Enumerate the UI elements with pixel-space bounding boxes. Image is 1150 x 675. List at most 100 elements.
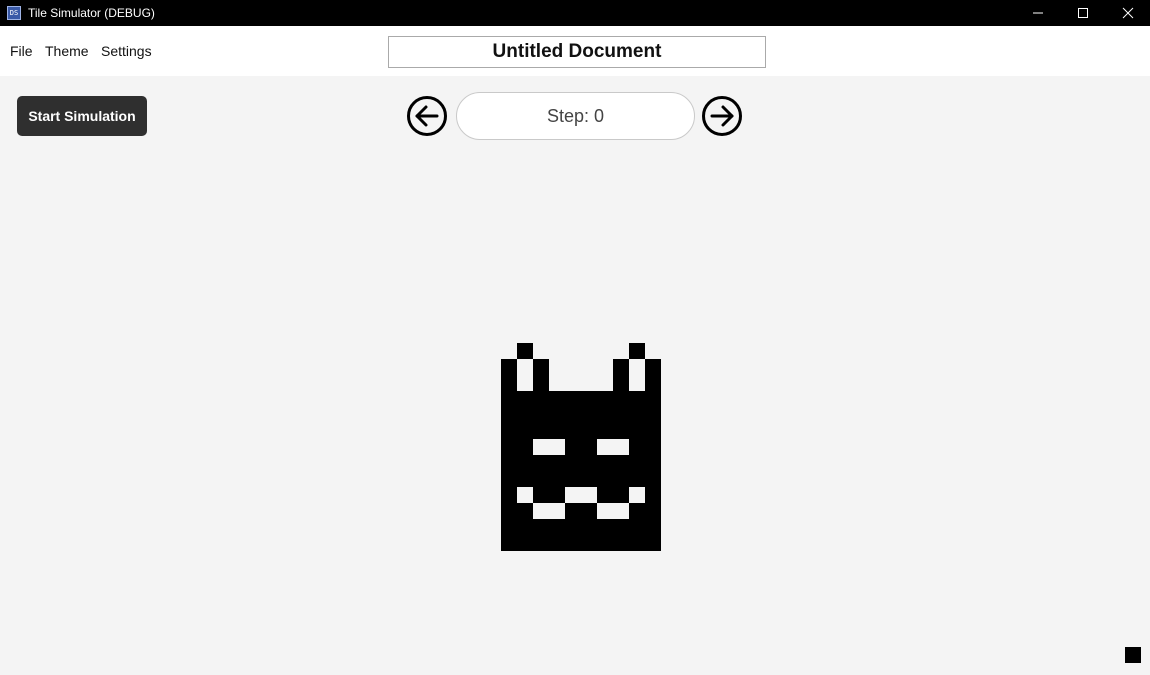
grid-tile[interactable] <box>629 343 645 359</box>
grid-tile[interactable] <box>533 519 549 535</box>
grid-tile[interactable] <box>645 471 661 487</box>
menu-file[interactable]: File <box>10 43 33 59</box>
grid-tile[interactable] <box>629 391 645 407</box>
menu-settings[interactable]: Settings <box>101 43 152 59</box>
grid-tile[interactable] <box>533 359 549 375</box>
grid-tile[interactable] <box>517 423 533 439</box>
grid-tile[interactable] <box>597 407 613 423</box>
grid-tile[interactable] <box>581 407 597 423</box>
grid-tile[interactable] <box>597 391 613 407</box>
next-step-button[interactable] <box>701 95 743 137</box>
grid-tile[interactable] <box>629 471 645 487</box>
grid-tile[interactable] <box>517 535 533 551</box>
grid-tile[interactable] <box>533 535 549 551</box>
grid-tile[interactable] <box>517 407 533 423</box>
grid-tile[interactable] <box>517 519 533 535</box>
grid-tile[interactable] <box>517 471 533 487</box>
grid-tile[interactable] <box>581 455 597 471</box>
grid-tile[interactable] <box>629 503 645 519</box>
document-title-field[interactable]: Untitled Document <box>388 36 766 68</box>
grid-tile[interactable] <box>549 535 565 551</box>
grid-tile[interactable] <box>549 455 565 471</box>
grid-tile[interactable] <box>533 487 549 503</box>
grid-tile[interactable] <box>581 439 597 455</box>
grid-tile[interactable] <box>501 359 517 375</box>
grid-tile[interactable] <box>645 391 661 407</box>
grid-tile[interactable] <box>565 503 581 519</box>
grid-tile[interactable] <box>533 455 549 471</box>
grid-tile[interactable] <box>549 423 565 439</box>
grid-tile[interactable] <box>501 423 517 439</box>
grid-tile[interactable] <box>597 487 613 503</box>
grid-tile[interactable] <box>645 519 661 535</box>
grid-tile[interactable] <box>645 359 661 375</box>
grid-tile[interactable] <box>565 439 581 455</box>
grid-tile[interactable] <box>629 423 645 439</box>
grid-tile[interactable] <box>629 519 645 535</box>
grid-tile[interactable] <box>517 455 533 471</box>
grid-tile[interactable] <box>597 519 613 535</box>
grid-tile[interactable] <box>565 471 581 487</box>
grid-tile[interactable] <box>629 535 645 551</box>
grid-tile[interactable] <box>501 471 517 487</box>
grid-tile[interactable] <box>581 391 597 407</box>
grid-tile[interactable] <box>517 439 533 455</box>
grid-tile[interactable] <box>533 375 549 391</box>
grid-tile[interactable] <box>581 535 597 551</box>
grid-tile[interactable] <box>597 423 613 439</box>
grid-tile[interactable] <box>501 391 517 407</box>
grid-tile[interactable] <box>533 407 549 423</box>
grid-tile[interactable] <box>565 407 581 423</box>
grid-tile[interactable] <box>645 423 661 439</box>
grid-tile[interactable] <box>565 535 581 551</box>
grid-tile[interactable] <box>613 535 629 551</box>
menu-theme[interactable]: Theme <box>45 43 89 59</box>
grid-tile[interactable] <box>501 519 517 535</box>
grid-tile[interactable] <box>613 471 629 487</box>
grid-tile[interactable] <box>581 423 597 439</box>
grid-tile[interactable] <box>581 471 597 487</box>
previous-step-button[interactable] <box>406 95 448 137</box>
grid-tile[interactable] <box>581 519 597 535</box>
grid-tile[interactable] <box>645 407 661 423</box>
grid-tile[interactable] <box>629 439 645 455</box>
grid-tile[interactable] <box>549 471 565 487</box>
start-simulation-button[interactable]: Start Simulation <box>17 96 147 136</box>
tile-grid[interactable] <box>501 343 661 551</box>
grid-tile[interactable] <box>597 455 613 471</box>
grid-tile[interactable] <box>645 487 661 503</box>
grid-tile[interactable] <box>645 439 661 455</box>
grid-tile[interactable] <box>629 455 645 471</box>
grid-tile[interactable] <box>501 535 517 551</box>
grid-tile[interactable] <box>613 423 629 439</box>
close-button[interactable] <box>1105 0 1150 26</box>
grid-tile[interactable] <box>597 471 613 487</box>
grid-tile[interactable] <box>565 391 581 407</box>
grid-tile[interactable] <box>613 519 629 535</box>
grid-tile[interactable] <box>501 439 517 455</box>
grid-tile[interactable] <box>501 487 517 503</box>
grid-tile[interactable] <box>549 407 565 423</box>
grid-tile[interactable] <box>517 343 533 359</box>
grid-tile[interactable] <box>533 471 549 487</box>
window-titlebar[interactable]: DS Tile Simulator (DEBUG) <box>0 0 1150 26</box>
grid-tile[interactable] <box>613 359 629 375</box>
maximize-button[interactable] <box>1060 0 1105 26</box>
grid-tile[interactable] <box>517 503 533 519</box>
grid-tile[interactable] <box>645 455 661 471</box>
grid-tile[interactable] <box>613 375 629 391</box>
grid-tile[interactable] <box>533 423 549 439</box>
grid-tile[interactable] <box>645 503 661 519</box>
minimize-button[interactable] <box>1015 0 1060 26</box>
grid-tile[interactable] <box>645 535 661 551</box>
grid-tile[interactable] <box>501 375 517 391</box>
grid-tile[interactable] <box>613 391 629 407</box>
grid-tile[interactable] <box>629 407 645 423</box>
grid-tile[interactable] <box>549 487 565 503</box>
grid-tile[interactable] <box>597 535 613 551</box>
grid-tile[interactable] <box>565 455 581 471</box>
grid-tile[interactable] <box>501 407 517 423</box>
grid-tile[interactable] <box>581 503 597 519</box>
grid-tile[interactable] <box>549 519 565 535</box>
grid-tile[interactable] <box>613 455 629 471</box>
